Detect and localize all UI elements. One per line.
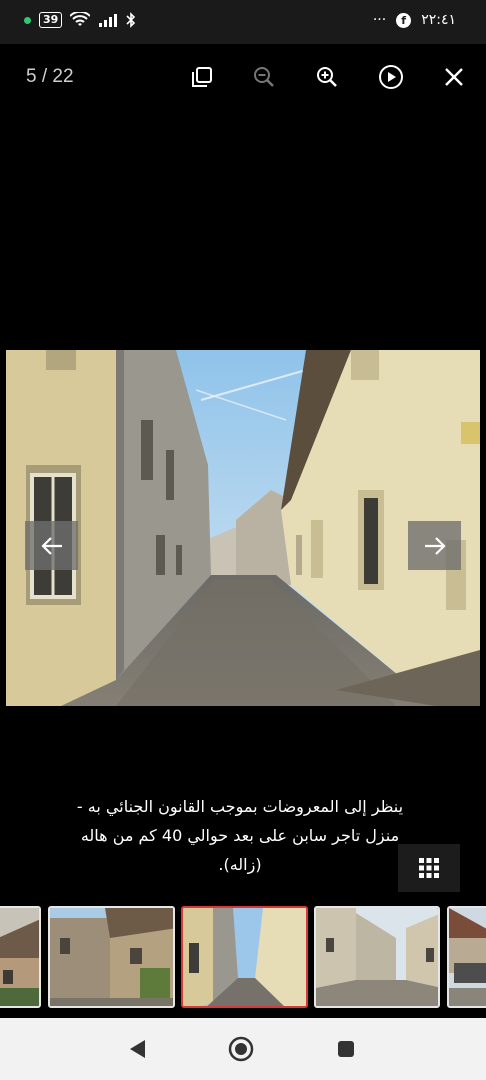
status-dot-icon (24, 16, 31, 24)
more-icon: ··· (372, 12, 387, 28)
zoom-in-button[interactable] (312, 62, 342, 92)
photo-counter: 5 / 22 (26, 66, 74, 87)
status-time: ٢٢:٤١ (421, 12, 456, 28)
zoom-out-button[interactable] (249, 62, 279, 92)
zoom-in-icon (317, 67, 337, 87)
previous-photo-button[interactable] (25, 521, 78, 570)
bluetooth-icon (126, 12, 136, 28)
thumbnail-strip (0, 906, 486, 1008)
caption-line: (زاله). (218, 855, 262, 874)
recents-square-icon (338, 1041, 354, 1057)
zoom-out-icon (254, 67, 274, 87)
arrow-left-icon (40, 536, 62, 555)
thumbnail-image (50, 908, 173, 1006)
thumbnail-image (449, 908, 486, 1006)
caption-line: منزل تاجر سابن على بعد حوالي 40 كم من ها… (80, 826, 400, 845)
thumbnail-image (316, 908, 438, 1006)
slideshow-button[interactable] (376, 62, 406, 92)
close-button[interactable] (439, 62, 469, 92)
main-photo[interactable] (6, 350, 480, 706)
status-right: ··· f ٢٢:٤١ (373, 12, 456, 28)
battery-icon: 39 (39, 12, 63, 28)
copy-button[interactable] (187, 62, 217, 92)
close-icon (445, 68, 463, 86)
system-nav-bar (0, 1018, 486, 1080)
home-circle-icon (228, 1036, 254, 1062)
status-bar: 39 ··· f ٢٢:٤١ (0, 0, 486, 44)
thumbnail[interactable] (447, 906, 486, 1008)
signal-icon (99, 14, 118, 27)
thumbnail[interactable] (48, 906, 175, 1008)
play-icon (379, 65, 403, 89)
wifi-icon (70, 12, 91, 26)
thumbnail[interactable] (0, 906, 41, 1008)
thumbnail-active[interactable] (181, 906, 308, 1008)
home-button[interactable] (228, 1036, 254, 1062)
thumbnail[interactable] (314, 906, 440, 1008)
photo-caption: ينظر إلى المعروضات بموجب القانون الجنائي… (50, 792, 430, 879)
caption-line: ينظر إلى المعروضات بموجب القانون الجنائي… (76, 797, 404, 816)
thumbnail-image (0, 908, 39, 1006)
grid-icon (419, 858, 439, 878)
grid-view-button[interactable] (398, 844, 460, 892)
thumbnail-image (183, 908, 306, 1006)
copy-icon (192, 67, 212, 87)
arrow-right-icon (424, 536, 446, 555)
recents-button[interactable] (333, 1036, 359, 1062)
back-triangle-icon (130, 1040, 145, 1058)
status-left: 39 (24, 12, 136, 28)
next-photo-button[interactable] (408, 521, 461, 570)
facebook-icon: f (396, 12, 412, 28)
back-button[interactable] (124, 1036, 150, 1062)
